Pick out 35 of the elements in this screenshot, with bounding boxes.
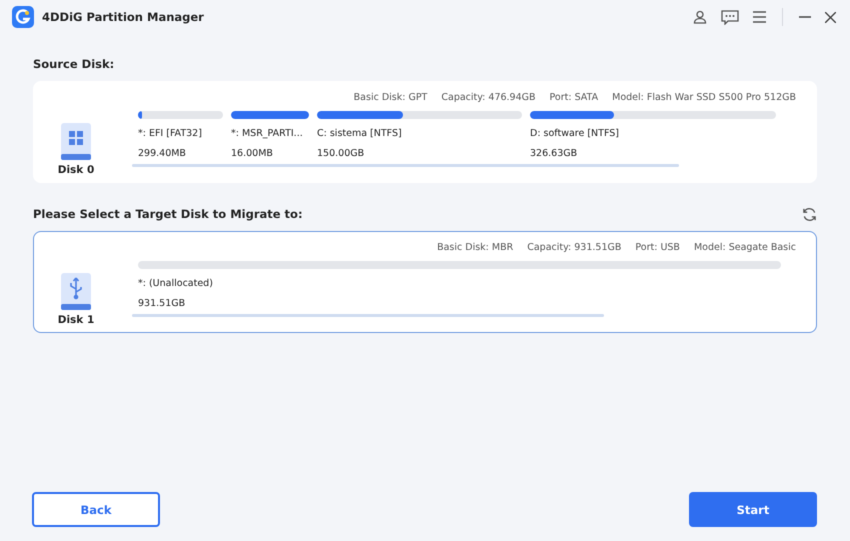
disk-info: Basic Disk: GPT bbox=[354, 92, 428, 103]
disk-info: Port: USB bbox=[635, 242, 680, 253]
scrollbar[interactable] bbox=[132, 314, 604, 317]
disk-info: Basic Disk: MBR bbox=[437, 242, 514, 253]
partition-size: 16.00MB bbox=[231, 148, 274, 159]
partition-size: 326.63GB bbox=[530, 148, 578, 159]
disk-name: Disk 0 bbox=[58, 164, 94, 176]
section-heading: Source Disk: bbox=[33, 57, 114, 71]
start-button[interactable]: Start bbox=[689, 492, 817, 527]
chat-icon[interactable] bbox=[721, 10, 739, 24]
partition-label: *: (Unallocated) bbox=[138, 278, 214, 289]
scrollbar[interactable] bbox=[132, 164, 679, 167]
partition-size: 150.00GB bbox=[317, 148, 366, 159]
refresh-icon[interactable] bbox=[802, 206, 817, 222]
partition-label: D: software [NTFS] bbox=[530, 128, 620, 139]
app-logo-icon bbox=[12, 6, 34, 28]
disk-info: Model: Flash War SSD S500 Pro 512GB bbox=[612, 92, 796, 103]
partition-label: *: MSR_PARTI... bbox=[231, 128, 304, 139]
partition-size: 931.51GB bbox=[138, 298, 186, 309]
user-icon[interactable] bbox=[693, 10, 707, 24]
disk-card[interactable]: Basic Disk: MBR Capacity: 931.51GB Port: USB Model: Seagate Basic Disk 1 *: (Unallocated) 931.51GB bbox=[33, 231, 817, 333]
disk-info: Model: Seagate Basic bbox=[694, 242, 796, 253]
minimize-icon[interactable] bbox=[799, 16, 811, 18]
disk-info: Port: SATA bbox=[550, 92, 598, 103]
partition-size: 299.40MB bbox=[138, 148, 187, 159]
partition-label: *: EFI [FAT32] bbox=[138, 128, 203, 139]
close-icon[interactable] bbox=[825, 12, 836, 22]
partition-label: C: sistema [NTFS] bbox=[317, 128, 403, 139]
back-button[interactable]: Back bbox=[32, 492, 160, 527]
window-title: 4DDiG Partition Manager bbox=[42, 10, 204, 24]
menu-icon[interactable] bbox=[753, 11, 766, 23]
section-heading: Please Select a Target Disk to Migrate to: bbox=[33, 207, 303, 221]
disk-name: Disk 1 bbox=[58, 314, 94, 326]
disk-info: Capacity: 931.51GB bbox=[527, 242, 622, 253]
disk-info: Capacity: 476.94GB bbox=[441, 92, 536, 103]
